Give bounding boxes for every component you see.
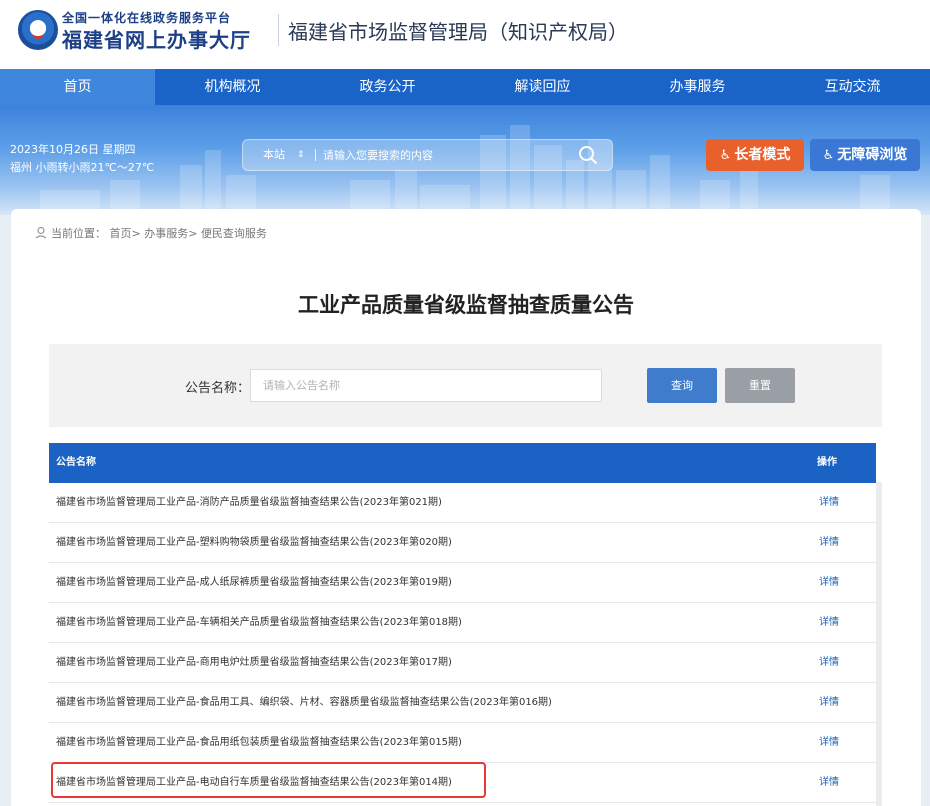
- location-pin-icon: [35, 226, 47, 239]
- sort-arrows-icon[interactable]: ⇕: [297, 140, 305, 170]
- nav-item-government-affairs[interactable]: 政务公开: [310, 69, 465, 105]
- accessible-label: 无障碍浏览: [837, 147, 908, 163]
- announcement-name-input[interactable]: [250, 369, 602, 402]
- announcement-title[interactable]: 福建省市场监督管理局工业产品-食品用工具、编织袋、片材、容器质量省级监督抽查结果…: [56, 683, 552, 723]
- main-nav: 首页 机构概况 政务公开 解读回应 办事服务 互动交流: [0, 69, 930, 105]
- elder-mode-label: 长者模式: [734, 147, 791, 163]
- detail-link[interactable]: 详情: [819, 483, 839, 523]
- accessible-browse-button[interactable]: ♿ 无障碍浏览: [810, 139, 920, 171]
- nav-item-home[interactable]: 首页: [0, 69, 155, 105]
- detail-link[interactable]: 详情: [819, 603, 839, 643]
- detail-link[interactable]: 详情: [819, 643, 839, 683]
- wheelchair-icon: ♿: [822, 148, 835, 163]
- nav-item-organization[interactable]: 机构概况: [155, 69, 310, 105]
- announcement-title[interactable]: 福建省市场监督管理局工业产品-塑料购物袋质量省级监督抽查结果公告(2023年第0…: [56, 523, 452, 563]
- announcement-title[interactable]: 福建省市场监督管理局工业产品-商用电炉灶质量省级监督抽查结果公告(2023年第0…: [56, 643, 452, 683]
- table-row: 福建省市场监督管理局工业产品-食品用工具、编织袋、片材、容器质量省级监督抽查结果…: [49, 683, 876, 723]
- announcement-table: 公告名称 操作 福建省市场监督管理局工业产品-消防产品质量省级监督抽查结果公告(…: [49, 443, 876, 803]
- reset-button[interactable]: 重置: [725, 368, 795, 403]
- breadcrumb: 当前位置： 首页> 办事服务> 便民查询服务: [35, 225, 267, 241]
- filter-bar: 公告名称： 查询 重置: [49, 344, 882, 427]
- table-row: 福建省市场监督管理局工业产品-消防产品质量省级监督抽查结果公告(2023年第02…: [49, 483, 876, 523]
- detail-link[interactable]: 详情: [819, 563, 839, 603]
- announcement-title[interactable]: 福建省市场监督管理局工业产品-食品用纸包装质量省级监督抽查结果公告(2023年第…: [56, 723, 462, 763]
- announcement-name-label: 公告名称：: [185, 381, 251, 396]
- announcement-title[interactable]: 福建省市场监督管理局工业产品-车辆相关产品质量省级监督抽查结果公告(2023年第…: [56, 603, 462, 643]
- detail-link[interactable]: 详情: [819, 523, 839, 563]
- table-row: 福建省市场监督管理局工业产品-车辆相关产品质量省级监督抽查结果公告(2023年第…: [49, 603, 876, 643]
- current-date: 2023年10月26日 星期四: [10, 143, 136, 156]
- table-header: 公告名称 操作: [49, 443, 876, 483]
- elder-icon: ♿: [719, 148, 732, 163]
- bureau-name[interactable]: 福建省市场监督管理局（知识产权局）: [288, 16, 628, 45]
- column-header-operation: 操作: [817, 457, 837, 468]
- breadcrumb-home[interactable]: 首页: [110, 227, 132, 240]
- query-button[interactable]: 查询: [647, 368, 717, 403]
- breadcrumb-separator: >: [188, 227, 198, 240]
- header-divider: [278, 14, 279, 46]
- main-content: 当前位置： 首页> 办事服务> 便民查询服务 工业产品质量省级监督抽查质量公告 …: [11, 209, 921, 806]
- search-scope-select[interactable]: 本站: [263, 140, 285, 170]
- detail-link[interactable]: 详情: [819, 723, 839, 763]
- detail-link[interactable]: 详情: [819, 763, 839, 803]
- table-row: 福建省市场监督管理局工业产品-电动自行车质量省级监督抽查结果公告(2023年第0…: [49, 763, 876, 803]
- detail-link[interactable]: 详情: [819, 683, 839, 723]
- platform-logo-icon[interactable]: [18, 10, 58, 50]
- elder-mode-button[interactable]: ♿ 长者模式: [706, 139, 804, 171]
- search-input[interactable]: [323, 143, 563, 167]
- hall-name[interactable]: 福建省网上办事大厅: [62, 24, 251, 53]
- column-header-name: 公告名称: [56, 457, 96, 468]
- announcement-title[interactable]: 福建省市场监督管理局工业产品-电动自行车质量省级监督抽查结果公告(2023年第0…: [56, 763, 452, 803]
- table-row: 福建省市场监督管理局工业产品-成人纸尿裤质量省级监督抽查结果公告(2023年第0…: [49, 563, 876, 603]
- table-scrollbar[interactable]: [876, 482, 882, 806]
- site-search-box: 本站 ⇕: [242, 139, 613, 171]
- announcement-title[interactable]: 福建省市场监督管理局工业产品-消防产品质量省级监督抽查结果公告(2023年第02…: [56, 483, 442, 523]
- nav-item-interpretation[interactable]: 解读回应: [465, 69, 620, 105]
- banner: 2023年10月26日 星期四 福州 小雨转小雨21℃～27℃ 本站 ⇕ ♿长者…: [0, 105, 930, 215]
- table-row: 福建省市场监督管理局工业产品-食品用纸包装质量省级监督抽查结果公告(2023年第…: [49, 723, 876, 763]
- table-row: 福建省市场监督管理局工业产品-塑料购物袋质量省级监督抽查结果公告(2023年第0…: [49, 523, 876, 563]
- search-icon[interactable]: [578, 145, 598, 165]
- nav-item-services[interactable]: 办事服务: [620, 69, 775, 105]
- announcement-title[interactable]: 福建省市场监督管理局工业产品-成人纸尿裤质量省级监督抽查结果公告(2023年第0…: [56, 563, 452, 603]
- search-separator: [315, 149, 316, 161]
- breadcrumb-separator: >: [131, 227, 141, 240]
- breadcrumb-query-services[interactable]: 便民查询服务: [201, 227, 267, 240]
- nav-item-interaction[interactable]: 互动交流: [775, 69, 930, 105]
- weather-info: 福州 小雨转小雨21℃～27℃: [10, 161, 155, 174]
- breadcrumb-services[interactable]: 办事服务: [144, 227, 188, 240]
- breadcrumb-prefix: 当前位置：: [51, 227, 106, 240]
- page-title: 工业产品质量省级监督抽查质量公告: [298, 293, 634, 317]
- site-header: 全国一体化在线政务服务平台 福建省网上办事大厅 福建省市场监督管理局（知识产权局…: [0, 0, 930, 69]
- table-row: 福建省市场监督管理局工业产品-商用电炉灶质量省级监督抽查结果公告(2023年第0…: [49, 643, 876, 683]
